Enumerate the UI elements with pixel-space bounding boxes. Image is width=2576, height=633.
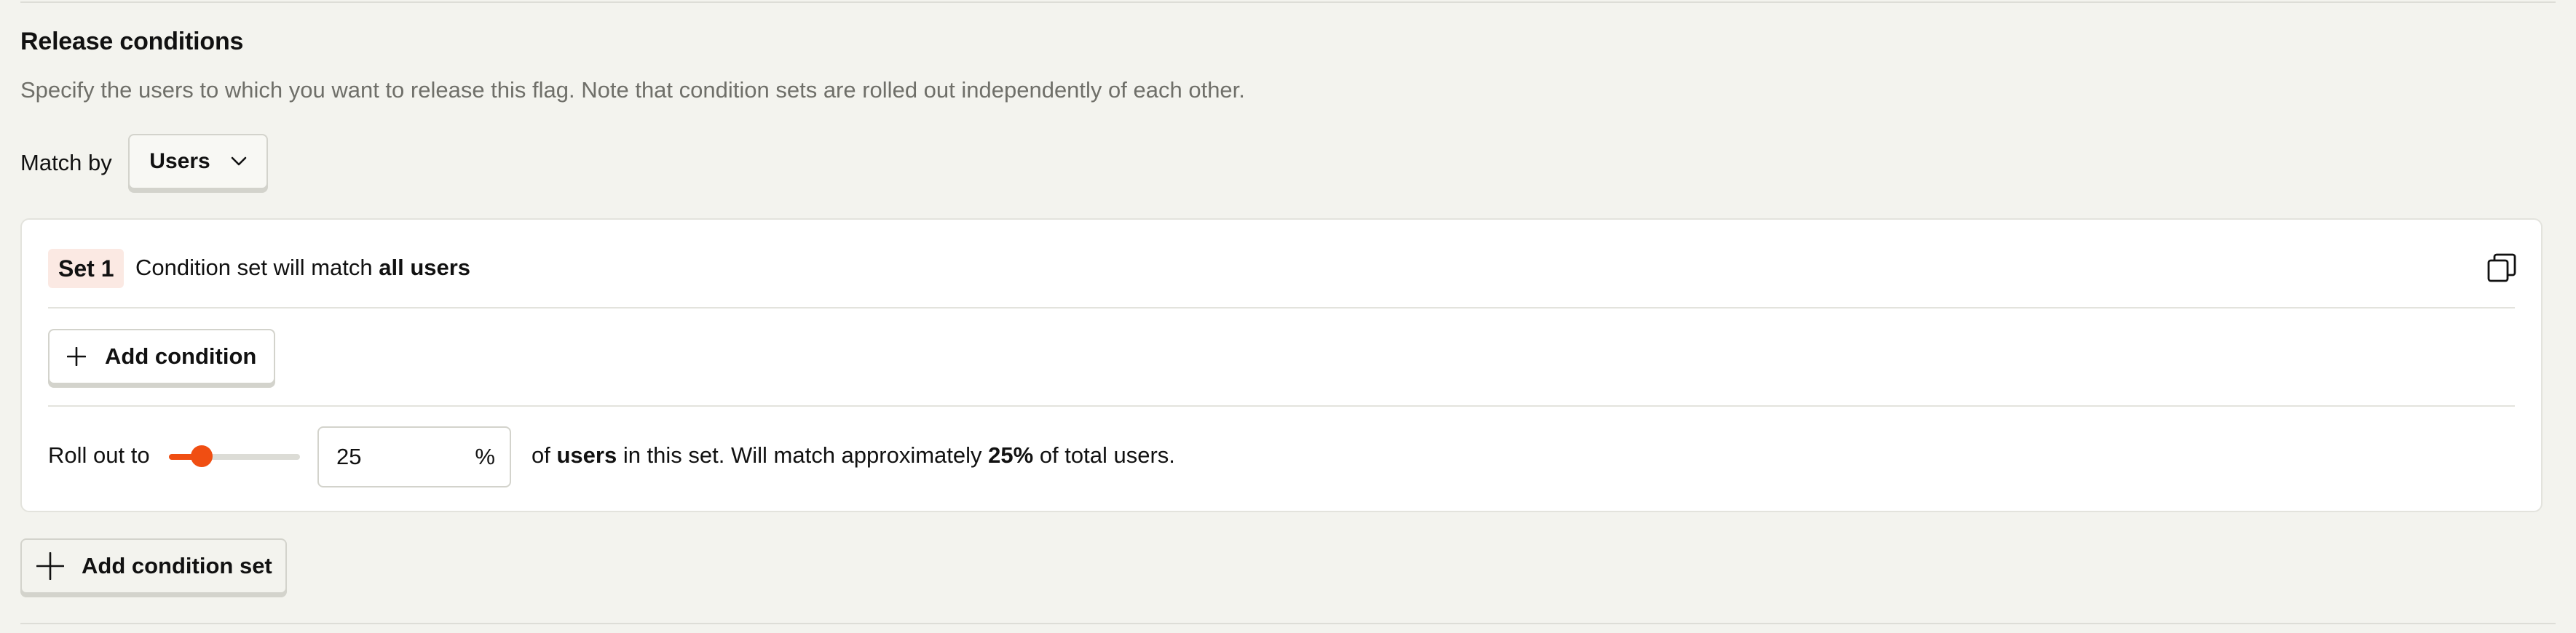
rollout-label: Roll out to <box>48 442 150 468</box>
add-condition-set-label: Add condition set <box>82 553 272 578</box>
rollout-text-part: in this set. Will match approximately <box>617 442 989 468</box>
top-divider <box>20 1 2556 3</box>
add-condition-button[interactable]: Add condition <box>48 329 275 384</box>
add-condition-set-button[interactable]: Add condition set <box>20 538 287 594</box>
copy-icon <box>2486 252 2518 284</box>
rollout-description: of users in this set. Will match approxi… <box>532 442 1175 469</box>
plus-icon <box>67 347 86 366</box>
section-description: Specify the users to which you want to r… <box>20 77 1245 103</box>
rollout-text-part: of total users. <box>1033 442 1175 468</box>
rollout-text-part: of <box>532 442 557 468</box>
rollout-text-bold: 25% <box>988 442 1034 468</box>
bottom-divider <box>20 623 2556 624</box>
rollout-slider[interactable] <box>169 442 300 471</box>
set-badge: Set 1 <box>48 249 125 288</box>
rollout-percentage-input[interactable]: 25 % <box>317 426 511 487</box>
section-title: Release conditions <box>20 28 244 55</box>
match-by-value: Users <box>149 149 210 173</box>
set-summary-target: all users <box>379 255 471 280</box>
add-condition-label: Add condition <box>105 343 257 369</box>
duplicate-set-button[interactable] <box>2481 247 2522 288</box>
slider-thumb[interactable] <box>191 445 213 467</box>
card-divider <box>48 405 2515 407</box>
set-summary: Condition set will match all users <box>135 255 470 281</box>
card-divider <box>48 307 2515 308</box>
plus-icon <box>36 552 64 580</box>
rollout-percentage-value[interactable]: 25 <box>336 444 475 470</box>
match-by-dropdown[interactable]: Users <box>128 134 268 189</box>
percent-suffix: % <box>475 444 495 469</box>
match-by-label: Match by <box>20 150 112 175</box>
rollout-text-bold: users <box>556 442 617 468</box>
condition-set-card: Set 1 Condition set will match all users… <box>20 218 2543 512</box>
set-summary-prefix: Condition set will match <box>135 255 379 280</box>
chevron-down-icon <box>231 156 247 167</box>
